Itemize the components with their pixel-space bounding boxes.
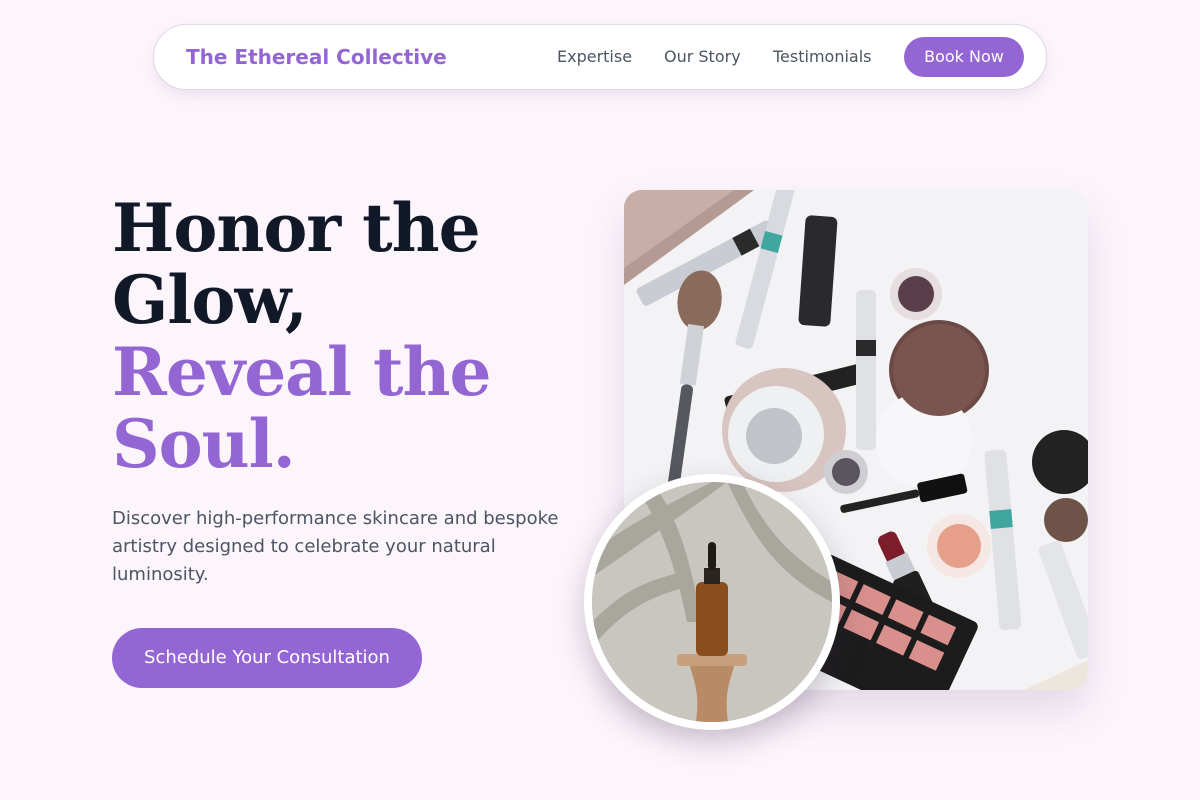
headline-line-2: Glow,: [112, 261, 308, 339]
inset-photo-frame: [584, 474, 840, 730]
top-navbar: The Ethereal Collective Expertise Our St…: [153, 24, 1047, 90]
headline-line-1: Honor the: [112, 189, 481, 267]
hero-headline: Honor the Glow, Reveal the Soul.: [112, 192, 592, 480]
headline-line-3: Reveal the: [112, 333, 491, 411]
nav-link-our-story[interactable]: Our Story: [664, 47, 741, 66]
hero-subtext: Discover high-performance skincare and b…: [112, 508, 559, 585]
nav-link-testimonials[interactable]: Testimonials: [773, 47, 872, 66]
book-now-button[interactable]: Book Now: [904, 37, 1024, 77]
schedule-consultation-button[interactable]: Schedule Your Consultation: [112, 628, 422, 688]
headline-line-4: Soul.: [112, 405, 296, 483]
nav-link-expertise[interactable]: Expertise: [557, 47, 632, 66]
serum-bottle-image: [592, 482, 832, 722]
brand-logo[interactable]: The Ethereal Collective: [186, 45, 447, 69]
